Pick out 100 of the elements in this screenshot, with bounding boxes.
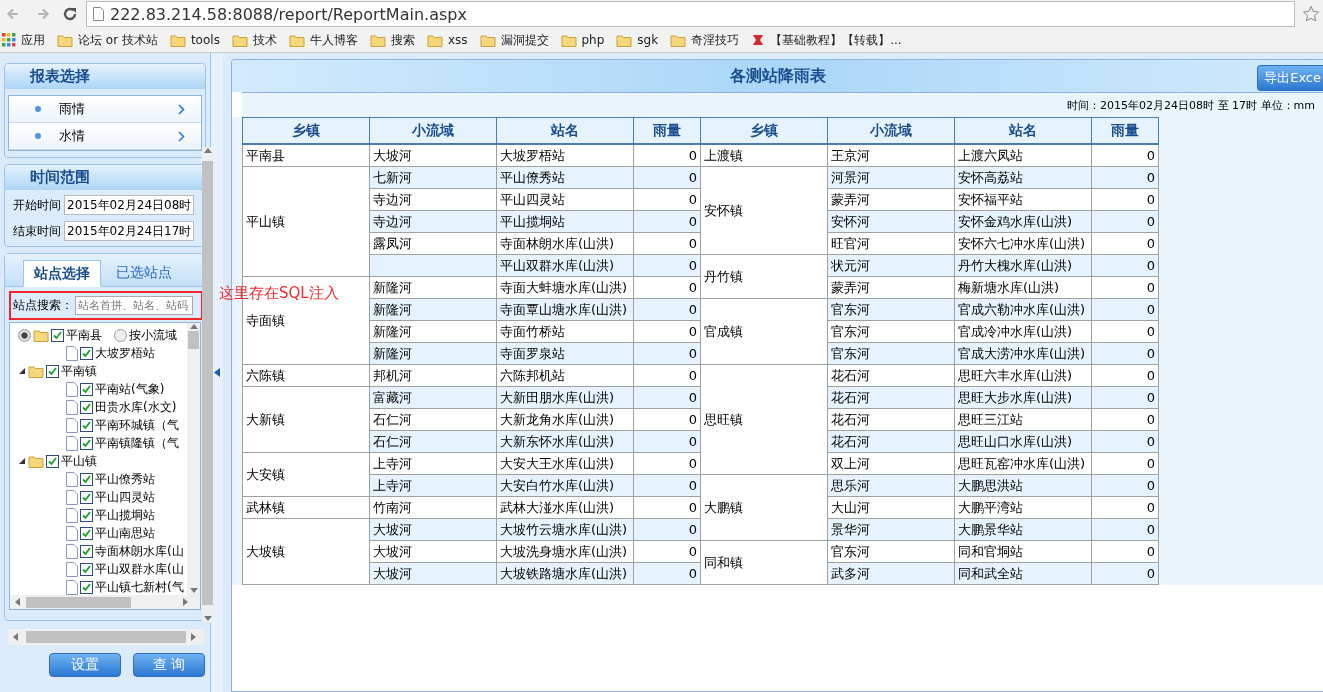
checkbox[interactable]	[80, 472, 93, 486]
table-cell: 0	[1091, 540, 1159, 563]
bookmark-link[interactable]: tools	[190, 33, 220, 47]
scroll-arrow-icon[interactable]	[203, 615, 212, 623]
checkbox[interactable]	[80, 418, 93, 432]
table-cell: 大新田朋水库(山洪)	[496, 386, 634, 409]
table-cell: 寺面竹桥站	[496, 320, 634, 343]
scroll-arrow-icon[interactable]	[14, 598, 22, 606]
scrollbar-thumb[interactable]	[26, 596, 131, 608]
bookmark-link[interactable]: sgk	[637, 33, 659, 47]
scrollbar[interactable]	[187, 323, 200, 595]
tree-item[interactable]: 寺面林朗水库(山	[95, 542, 184, 560]
file-icon	[66, 417, 78, 433]
bookmark-link[interactable]: 【基础教程】【转载】...	[770, 31, 902, 49]
bookmark-link[interactable]: 奇淫技巧	[691, 31, 740, 49]
checkbox[interactable]	[80, 400, 93, 414]
table-cell: 安怀六七冲水库(山洪)	[954, 232, 1092, 255]
collapse-icon[interactable]	[18, 457, 26, 465]
scroll-arrow-icon[interactable]	[203, 147, 212, 155]
table-cell: 梅新塘水库(山洪)	[954, 276, 1092, 299]
table-cell: 官成冷冲水库(山洪)	[954, 320, 1092, 343]
scroll-arrow-icon[interactable]	[190, 633, 198, 641]
table-cell: 丹竹镇	[700, 254, 828, 299]
tree-item[interactable]: 平山南思站	[95, 524, 155, 542]
tree-item[interactable]: 平山镇	[61, 452, 97, 470]
folder-icon	[560, 33, 577, 47]
chevron-icon	[178, 130, 185, 142]
tree-item[interactable]: 平南镇	[61, 362, 97, 380]
scrollbar[interactable]	[10, 595, 200, 609]
checkbox[interactable]	[80, 436, 93, 450]
table-cell: 丹竹大槐水库(山洪)	[954, 254, 1092, 277]
scrollbar-thumb[interactable]	[26, 631, 186, 643]
tree-item[interactable]: 平南县	[66, 326, 102, 344]
table-cell: 0	[1091, 364, 1159, 387]
tree-item[interactable]: 平山双群水库(山	[95, 560, 184, 578]
bookmark-link[interactable]: 应用	[21, 31, 45, 49]
scroll-arrow-icon[interactable]	[189, 323, 198, 331]
folder-icon	[57, 33, 73, 47]
address-field[interactable]: 222.83.214.58:8088/report/ReportMain.aspx	[86, 1, 1295, 27]
scrollbar-thumb[interactable]	[188, 331, 200, 349]
checkbox[interactable]	[46, 454, 59, 468]
checkbox[interactable]	[46, 364, 59, 378]
table-cell: 竹南河	[369, 496, 497, 519]
bookmark-link[interactable]: php	[581, 33, 605, 47]
folder-icon	[28, 454, 44, 468]
checkbox[interactable]	[80, 508, 93, 522]
table-cell: 平山僚秀站	[496, 166, 634, 189]
checkbox[interactable]	[80, 346, 93, 360]
table-cell: 六陈邦机站	[496, 364, 634, 387]
table-cell: 上渡六凤站	[954, 144, 1092, 167]
tree-item[interactable]: 大坡罗梧站	[95, 344, 155, 362]
checkbox[interactable]	[80, 490, 93, 504]
checkbox[interactable]	[80, 580, 93, 594]
column-header: 雨量	[633, 117, 701, 144]
table-cell: 0	[1091, 232, 1159, 255]
bookmark-link[interactable]: 漏洞提交	[500, 31, 549, 49]
table-cell: 大坡罗梧站	[496, 144, 634, 167]
radio-button[interactable]	[18, 328, 31, 342]
table-cell: 大鹏思洪站	[954, 474, 1092, 497]
tree-item[interactable]: 平山镇七新村(气	[95, 578, 184, 595]
tree-item[interactable]: 平南站(气象)	[95, 380, 165, 398]
table-cell: 寺面大蚌塘水库(山洪)	[496, 276, 634, 299]
checkbox[interactable]	[51, 328, 64, 342]
collapse-arrow-icon[interactable]	[214, 368, 220, 377]
collapse-icon[interactable]	[18, 367, 26, 375]
tab[interactable]: 站点选择	[23, 260, 101, 287]
time-field[interactable]: 2015年02月24日08时	[64, 195, 195, 215]
table-cell: 寺面罗泉站	[496, 342, 634, 365]
scroll-arrow-icon[interactable]	[12, 633, 20, 641]
table-cell: 武林大湴水库(山洪)	[496, 496, 634, 519]
tree-item[interactable]: 平山僚秀站	[95, 470, 155, 488]
tree-item[interactable]: 平山揽垌站	[95, 506, 155, 524]
table-cell: 安怀镇	[700, 166, 828, 255]
bookmark-link[interactable]: 技术	[252, 31, 277, 49]
folder-icon	[288, 33, 305, 47]
checkbox[interactable]	[80, 526, 93, 540]
checkbox[interactable]	[80, 544, 93, 558]
table-cell: 官成六勒冲水库(山洪)	[954, 298, 1092, 321]
bookmark-link[interactable]: 论坛 or 技术站	[78, 31, 158, 49]
tab[interactable]: 已选站点	[105, 260, 183, 286]
scrollbar[interactable]	[8, 629, 204, 645]
page-icon	[93, 7, 104, 21]
checkbox[interactable]	[80, 382, 93, 396]
bookmark-link[interactable]: 搜索	[390, 31, 415, 49]
bookmark-link[interactable]: 牛人博客	[309, 31, 358, 49]
radio-button[interactable]	[114, 328, 127, 342]
column-header: 乡镇	[700, 117, 828, 144]
folder-icon	[28, 364, 44, 378]
tree-item[interactable]: 平山四灵站	[95, 488, 155, 506]
tree-item[interactable]: 田贵水库(水文)	[95, 398, 177, 416]
checkbox[interactable]	[80, 562, 93, 576]
table-cell: 双上河	[827, 452, 955, 475]
folder-icon	[33, 328, 49, 342]
tree-item[interactable]: 平南环城镇（气	[95, 416, 179, 434]
bookmark-link[interactable]: xss	[447, 33, 468, 47]
tree-item[interactable]: 平南镇隆镇（气	[95, 434, 179, 452]
table-cell: 大安镇	[242, 452, 370, 497]
time-field[interactable]: 2015年02月24日17时	[64, 221, 195, 241]
table-cell: 平南县	[242, 144, 370, 167]
search-field[interactable]: 站名首拼、站名、站码	[75, 296, 193, 315]
